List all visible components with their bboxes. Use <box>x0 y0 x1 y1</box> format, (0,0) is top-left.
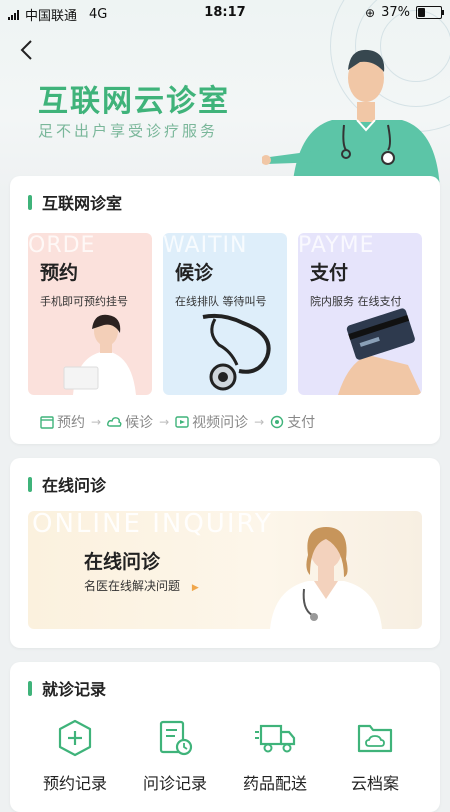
triangle-right-icon: ▶ <box>191 583 199 593</box>
step-appointment: 预约 <box>40 412 85 432</box>
doctor-illustration <box>262 49 440 190</box>
clinic-title-text: 互联网诊室 <box>42 194 123 213</box>
step-waiting: 候诊 <box>107 412 153 432</box>
hero-subtitle: 足不出户享受诊疗服务 <box>38 122 219 140</box>
title-bar <box>28 680 32 696</box>
arrow-icon: → <box>254 415 265 429</box>
calendar-icon <box>40 416 54 429</box>
hero-banner: 中国联通 4G 18:17 ⊕ 37% 互联网云诊室 足不出户享受诊疗服务 <box>0 0 450 195</box>
tile-watermark: ORDE <box>28 233 96 258</box>
records-card-title: 就诊记录 <box>28 676 106 700</box>
payment-tile[interactable]: PAYME 支付 院内服务 在线支付 <box>298 233 422 395</box>
tile-title: 候诊 <box>175 262 214 284</box>
clinic-card: 互联网诊室 ORDE 预约 手机即可预约挂号 WAITIN 候诊 在线排队 等待… <box>10 176 440 444</box>
step-label: 视频问诊 <box>192 415 249 431</box>
bank-card-image <box>338 308 422 395</box>
records-card: 就诊记录 预约记录 问诊记录 药品配送 云档案 <box>10 662 440 812</box>
inquiry-card: 在线问诊 ONLINE INQUIRY 在线问诊 名医在线解决问题 ▶ <box>10 458 440 648</box>
online-inquiry-banner[interactable]: ONLINE INQUIRY 在线问诊 名医在线解决问题 ▶ <box>28 511 422 629</box>
inquiry-records-button[interactable]: 问诊记录 <box>130 718 220 794</box>
process-steps: 预约 → 候诊 → 视频问诊 → 支付 <box>40 412 315 432</box>
arrow-icon: → <box>91 415 102 429</box>
plus-circle-icon <box>58 719 92 757</box>
coin-icon <box>270 415 284 429</box>
stethoscope-image <box>202 313 271 391</box>
tile-watermark: PAYME <box>298 233 375 258</box>
hero-title: 互联网云诊室 <box>38 84 230 119</box>
appointment-tile[interactable]: ORDE 预约 手机即可预约挂号 <box>28 233 152 395</box>
record-label: 问诊记录 <box>142 774 207 793</box>
title-bar <box>28 194 32 210</box>
truck-icon <box>255 724 296 753</box>
cloud-archive-button[interactable]: 云档案 <box>330 718 420 794</box>
status-bar: 中国联通 4G 18:17 ⊕ 37% <box>0 0 450 26</box>
back-arrow-icon[interactable] <box>16 38 40 62</box>
banner-title: 在线问诊 <box>84 551 161 573</box>
battery-percent: 37% <box>381 5 410 20</box>
battery-icon <box>416 6 444 19</box>
record-label: 药品配送 <box>242 774 307 793</box>
cloud-folder-icon <box>357 724 393 753</box>
clinic-card-title: 互联网诊室 <box>28 190 122 214</box>
video-icon <box>175 416 189 428</box>
arrow-icon: → <box>159 415 170 429</box>
step-label: 支付 <box>287 415 316 431</box>
step-video: 视频问诊 <box>175 412 248 432</box>
inquiry-card-title: 在线问诊 <box>28 472 106 496</box>
tile-watermark: WAITIN <box>163 233 248 258</box>
banner-watermark: ONLINE INQUIRY <box>32 511 273 539</box>
tile-title: 预约 <box>40 262 79 284</box>
step-label: 预约 <box>57 415 85 431</box>
tile-title: 支付 <box>310 262 349 284</box>
banner-subtitle: 名医在线解决问题 ▶ <box>84 577 199 594</box>
title-bar <box>28 476 32 492</box>
step-payment: 支付 <box>270 412 315 432</box>
appointment-records-button[interactable]: 预约记录 <box>30 718 120 794</box>
cloud-icon <box>107 417 122 427</box>
waiting-tile[interactable]: WAITIN 候诊 在线排队 等待叫号 <box>163 233 287 395</box>
doctor-photo <box>270 527 382 629</box>
step-label: 候诊 <box>125 415 154 431</box>
record-clock-icon <box>159 720 193 756</box>
drug-delivery-button[interactable]: 药品配送 <box>230 718 320 794</box>
record-label: 云档案 <box>350 774 399 793</box>
record-label: 预约记录 <box>42 774 107 793</box>
banner-subtitle-text: 名医在线解决问题 <box>84 579 181 593</box>
rotation-lock-icon: ⊕ <box>365 5 376 20</box>
nurse-image <box>63 314 136 395</box>
inquiry-title-text: 在线问诊 <box>42 476 107 495</box>
records-title-text: 就诊记录 <box>42 680 107 699</box>
